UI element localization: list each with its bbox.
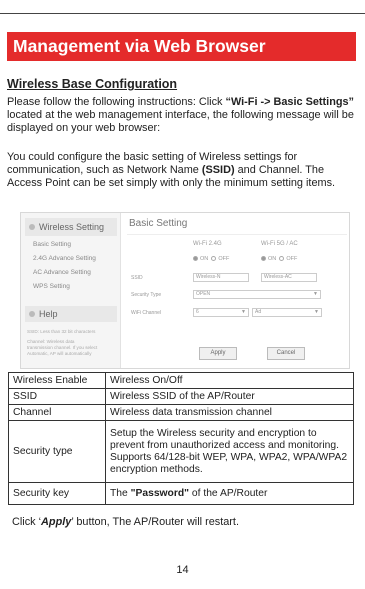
channel-label: WiFi Channel bbox=[131, 310, 162, 316]
sidebar-item-basic: Basic Setting bbox=[33, 241, 71, 248]
channel-24g-value: 6 bbox=[196, 309, 199, 315]
table-key: Security key bbox=[8, 482, 106, 505]
table-key: Security type bbox=[8, 420, 106, 483]
banner-title: Management via Web Browser bbox=[13, 36, 266, 56]
help-heading: Help bbox=[25, 306, 117, 322]
title-divider bbox=[127, 234, 347, 235]
ssid-24g-field: Wireless-N bbox=[193, 273, 249, 282]
table-value: Wireless data transmission channel bbox=[105, 404, 354, 421]
apply-term: Apply bbox=[41, 516, 72, 528]
password-term: "Password" bbox=[130, 488, 190, 499]
footer-note: Click ‘Apply’ button, The AP/Router will… bbox=[12, 516, 239, 528]
settings-sidebar: Wireless Setting Basic Setting 2.4G Adva… bbox=[21, 213, 121, 368]
table-row: SSID Wireless SSID of the AP/Router bbox=[8, 388, 354, 405]
radio-off-label: OFF bbox=[218, 256, 230, 262]
sidebar-heading: Wireless Setting bbox=[25, 218, 117, 236]
table-row: Security key The "Password" of the AP/Ro… bbox=[8, 482, 354, 505]
ssid-term: (SSID) bbox=[201, 164, 235, 176]
chevron-down-icon: ▼ bbox=[313, 291, 318, 297]
security-label: Security Type bbox=[131, 292, 162, 298]
table-value: Wireless On/Off bbox=[105, 372, 354, 389]
radio-on-icon bbox=[261, 256, 266, 262]
table-row: Security type Setup the Wireless securit… bbox=[8, 420, 354, 483]
channel-5g-select: Ad ▼ bbox=[252, 308, 322, 317]
web-ui-screenshot: Wireless Setting Basic Setting 2.4G Adva… bbox=[20, 212, 350, 369]
security-value: OPEN bbox=[196, 291, 211, 297]
channel-24g-select: 6 ▼ bbox=[193, 308, 249, 317]
intro-text-cont: located at the web management interface,… bbox=[7, 109, 354, 134]
table-row: Wireless Enable Wireless On/Off bbox=[8, 372, 354, 389]
table-key: Channel bbox=[8, 404, 106, 421]
apply-button: Apply bbox=[199, 347, 237, 360]
table-value: Wireless SSID of the AP/Router bbox=[105, 388, 354, 405]
table-key: Wireless Enable bbox=[8, 372, 106, 389]
intro-text: Please follow the following instructions… bbox=[7, 96, 226, 108]
radio-on-label: ON bbox=[268, 256, 277, 262]
chevron-down-icon: ▼ bbox=[314, 309, 319, 315]
chevron-down-icon: ▼ bbox=[241, 309, 246, 315]
page-number: 14 bbox=[176, 564, 189, 576]
top-rule bbox=[0, 13, 365, 14]
radio-off-icon bbox=[211, 256, 217, 262]
value-text: The bbox=[110, 488, 131, 499]
sidebar-item-24g: 2.4G Advance Setting bbox=[33, 255, 96, 262]
ssid-5g-field: Wireless-AC bbox=[261, 273, 317, 282]
help-note: SSID: Less than 32 bit characters bbox=[27, 329, 96, 334]
ssid-label: SSID bbox=[131, 275, 143, 281]
table-value: Setup the Wireless security and encrypti… bbox=[105, 420, 354, 483]
table-key: SSID bbox=[8, 388, 106, 405]
page-banner: Management via Web Browser bbox=[7, 32, 356, 61]
footer-text-cont: ’ button, The AP/Router will restart. bbox=[71, 516, 239, 528]
help-note: Automatic, AP will automatically bbox=[27, 351, 92, 356]
footer-text: Click ‘ bbox=[12, 516, 42, 528]
radio-off-label: OFF bbox=[286, 256, 298, 262]
sidebar-item-wps: WPS Setting bbox=[33, 283, 70, 290]
cancel-button: Cancel bbox=[267, 347, 305, 360]
radio-on-icon bbox=[193, 256, 198, 262]
radio-5g: ON OFF bbox=[261, 256, 297, 262]
basic-setting-title: Basic Setting bbox=[129, 218, 188, 229]
table-row: Channel Wireless data transmission chann… bbox=[8, 404, 354, 421]
sidebar-item-ac: AC Advance Setting bbox=[33, 269, 91, 276]
radio-24g: ON OFF bbox=[193, 256, 229, 262]
radio-on-label: ON bbox=[200, 256, 209, 262]
channel-5g-value: Ad bbox=[255, 309, 262, 315]
security-select: OPEN ▼ bbox=[193, 290, 321, 299]
table-value: The "Password" of the AP/Router bbox=[105, 482, 354, 505]
settings-table: Wireless Enable Wireless On/Off SSID Wir… bbox=[8, 372, 354, 505]
menu-path: “Wi-Fi -> Basic Settings” bbox=[225, 96, 355, 108]
section-title: Wireless Base Configuration bbox=[7, 77, 178, 91]
value-text-cont: of the AP/Router bbox=[189, 488, 268, 499]
description-paragraph: You could configure the basic setting of… bbox=[7, 151, 359, 190]
col-header-5g: Wi-Fi 5G / AC bbox=[261, 241, 298, 247]
radio-off-icon bbox=[279, 256, 285, 262]
intro-paragraph: Please follow the following instructions… bbox=[7, 96, 359, 135]
col-header-24g: Wi-Fi 2.4G bbox=[193, 241, 222, 247]
